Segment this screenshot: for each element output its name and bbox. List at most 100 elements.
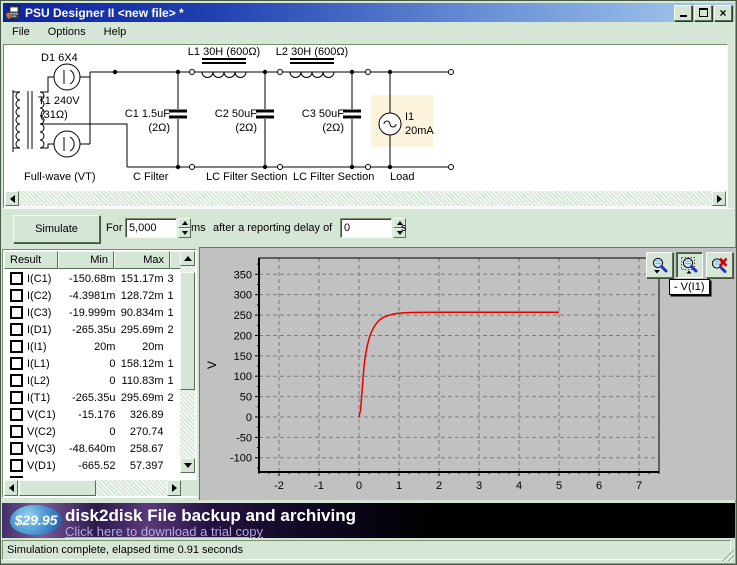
maximize-button[interactable] bbox=[694, 5, 712, 21]
result-max: 258.67 bbox=[115, 443, 163, 455]
result-min: 0 bbox=[67, 358, 115, 370]
duration-input[interactable] bbox=[125, 218, 177, 238]
result-checkbox[interactable] bbox=[10, 442, 23, 455]
scroll-left-button[interactable] bbox=[5, 191, 19, 206]
label-t1: T1 240V bbox=[38, 95, 80, 107]
x-tick-label: 0 bbox=[356, 480, 362, 492]
result-next-col-partial: 1 bbox=[164, 307, 181, 319]
result-checkbox[interactable] bbox=[10, 425, 23, 438]
delay-input[interactable] bbox=[340, 218, 392, 238]
x-tick-label: 4 bbox=[516, 480, 522, 492]
x-tick-label: -2 bbox=[274, 480, 284, 492]
column-header-result[interactable]: Result bbox=[4, 251, 58, 269]
circuit-schematic[interactable]: D1 6X4 T1 240V (31Ω) C1 1.5uF (2Ω) L1 30… bbox=[4, 47, 724, 190]
x-tick-label: 3 bbox=[476, 480, 482, 492]
table-row[interactable]: V(I1)-48.640m258.67 bbox=[4, 474, 181, 478]
result-checkbox[interactable] bbox=[10, 408, 23, 421]
table-row[interactable]: I(L2)0110.83m1 bbox=[4, 372, 181, 389]
label-c1: C1 1.5uF bbox=[125, 108, 171, 120]
result-name: I(C3) bbox=[27, 307, 67, 319]
result-max: 128.72m bbox=[115, 290, 163, 302]
magnifier-region-icon bbox=[681, 257, 698, 274]
section-label-lc1: LC Filter Section bbox=[206, 171, 287, 183]
chart-panel: -2-101234567-100-50050100150200250300350… bbox=[199, 247, 736, 500]
scroll-thumb[interactable] bbox=[19, 480, 96, 496]
ms-label: ms bbox=[191, 222, 206, 234]
y-tick-label: 200 bbox=[234, 330, 252, 342]
table-row[interactable]: I(L1)0158.12m1 bbox=[4, 355, 181, 372]
result-max: 295.69m bbox=[115, 324, 163, 336]
menu-options[interactable]: Options bbox=[39, 24, 95, 40]
ad-banner[interactable]: $29.95 disk2disk File backup and archivi… bbox=[2, 503, 735, 538]
banner-download-link[interactable]: Click here to download a trial copy bbox=[65, 524, 263, 538]
result-min: -265.35u bbox=[67, 392, 115, 404]
result-checkbox[interactable] bbox=[10, 391, 23, 404]
close-button[interactable]: × bbox=[714, 5, 732, 21]
simulate-button[interactable]: Simulate bbox=[13, 215, 100, 243]
app-icon bbox=[5, 5, 21, 21]
table-vscrollbar[interactable] bbox=[180, 251, 195, 473]
table-body: I(C1)-150.68m151.17m3I(C2)-4.3981m128.72… bbox=[4, 270, 181, 478]
zoom-out-button[interactable] bbox=[646, 252, 673, 278]
result-name: I(I1) bbox=[27, 341, 67, 353]
result-checkbox[interactable] bbox=[10, 340, 23, 353]
scroll-up-button[interactable] bbox=[180, 251, 195, 266]
scroll-track[interactable] bbox=[19, 191, 712, 206]
table-row[interactable]: I(C3)-19.999m90.834m1 bbox=[4, 304, 181, 321]
scroll-left-button[interactable] bbox=[4, 480, 18, 496]
simulation-toolbar: Simulate For ms after a reporting delay … bbox=[3, 208, 734, 247]
transformer-primary bbox=[16, 92, 20, 148]
menu-help[interactable]: Help bbox=[95, 24, 136, 40]
result-checkbox[interactable] bbox=[10, 476, 23, 478]
label-c2-r: (2Ω) bbox=[235, 122, 257, 134]
schematic-hscrollbar[interactable] bbox=[5, 191, 726, 206]
y-tick-label: 0 bbox=[246, 412, 252, 424]
x-tick-label: 5 bbox=[556, 480, 562, 492]
scroll-right-button[interactable] bbox=[167, 480, 181, 496]
section-label-rectifier: Full-wave (VT) bbox=[24, 171, 96, 183]
zoom-cancel-button[interactable] bbox=[706, 252, 733, 278]
delay-label: after a reporting delay of bbox=[213, 222, 332, 234]
results-chart[interactable]: -2-101234567-100-50050100150200250300350… bbox=[200, 248, 736, 498]
scroll-thumb[interactable] bbox=[180, 272, 195, 390]
column-header-max[interactable]: Max bbox=[114, 251, 170, 269]
result-checkbox[interactable] bbox=[10, 272, 23, 285]
result-max: 90.834m bbox=[115, 307, 163, 319]
table-row[interactable]: I(C2)-4.3981m128.72m1 bbox=[4, 287, 181, 304]
result-checkbox[interactable] bbox=[10, 306, 23, 319]
spin-down-button[interactable] bbox=[178, 228, 191, 238]
result-next-col-partial: 2 bbox=[164, 392, 181, 404]
duration-spinner[interactable] bbox=[178, 218, 191, 238]
scroll-right-button[interactable] bbox=[712, 191, 726, 206]
result-next-col-partial: 1 bbox=[164, 290, 181, 302]
magnifier-cancel-icon bbox=[711, 257, 728, 274]
result-next-col-partial: 1 bbox=[164, 375, 181, 387]
result-checkbox[interactable] bbox=[10, 374, 23, 387]
column-header-min[interactable]: Min bbox=[58, 251, 114, 269]
table-row[interactable]: I(I1)20m20m bbox=[4, 338, 181, 355]
table-row[interactable]: V(D1)-665.5257.397 bbox=[4, 457, 181, 474]
zoom-region-button[interactable] bbox=[676, 252, 703, 278]
result-checkbox[interactable] bbox=[10, 459, 23, 472]
scroll-down-button[interactable] bbox=[180, 458, 195, 473]
table-row[interactable]: V(C3)-48.640m258.67 bbox=[4, 440, 181, 457]
table-row[interactable]: V(C2)0270.74 bbox=[4, 423, 181, 440]
table-hscrollbar[interactable] bbox=[4, 480, 181, 496]
result-checkbox[interactable] bbox=[10, 289, 23, 302]
tube-diode-upper bbox=[54, 64, 80, 90]
result-name: V(D1) bbox=[27, 460, 67, 472]
minimize-button[interactable] bbox=[674, 5, 692, 21]
spin-up-button[interactable] bbox=[178, 218, 191, 228]
table-row[interactable]: I(C1)-150.68m151.17m3 bbox=[4, 270, 181, 287]
table-row[interactable]: I(D1)-265.35u295.69m2 bbox=[4, 321, 181, 338]
capacitor-c1 bbox=[169, 72, 187, 167]
table-row[interactable]: I(T1)-265.35u295.69m2 bbox=[4, 389, 181, 406]
title-bar[interactable]: PSU Designer II <new file> * × bbox=[3, 3, 734, 22]
y-tick-label: -100 bbox=[230, 453, 252, 465]
capacitor-c3 bbox=[343, 72, 361, 167]
result-checkbox[interactable] bbox=[10, 357, 23, 370]
table-row[interactable]: V(C1)-15.176326.89 bbox=[4, 406, 181, 423]
result-checkbox[interactable] bbox=[10, 323, 23, 336]
result-next-col-partial: 1 bbox=[164, 358, 181, 370]
menu-file[interactable]: File bbox=[3, 24, 39, 40]
